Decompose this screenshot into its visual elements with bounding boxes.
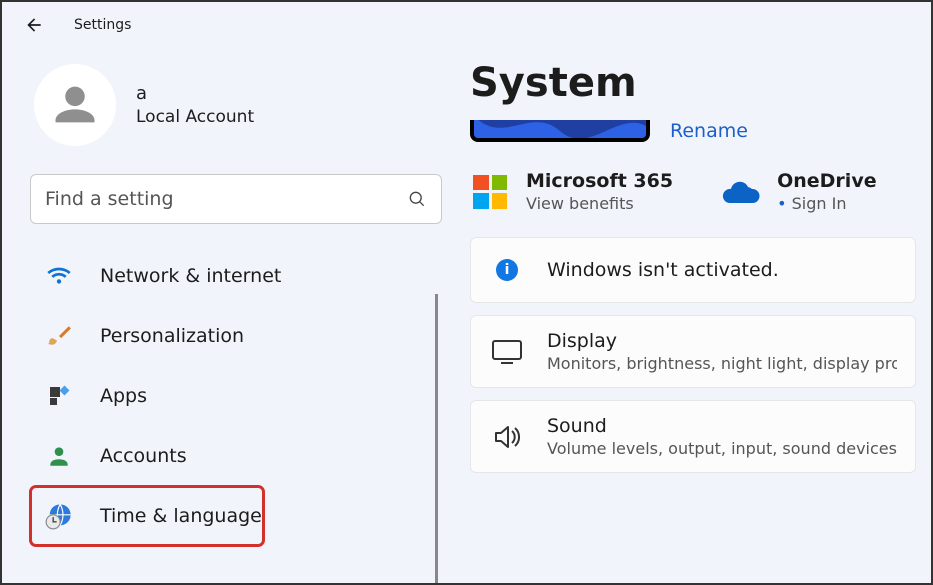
tile-title: Microsoft 365 <box>526 170 673 192</box>
tile-onedrive[interactable]: OneDrive Sign In <box>721 170 877 213</box>
search-icon <box>407 189 427 209</box>
main-panel: System Rename Microsoft 365 View benefit… <box>442 48 931 583</box>
onedrive-icon <box>721 172 761 212</box>
profile-block[interactable]: a Local Account <box>34 64 442 146</box>
sidebar-item-network[interactable]: Network & internet <box>30 246 438 306</box>
sidebar: a Local Account Network & internet <box>2 48 442 583</box>
sidebar-item-label: Network & internet <box>100 265 281 287</box>
sidebar-item-label: Personalization <box>100 325 244 347</box>
nav-list: Network & internet Personalization Apps <box>30 246 442 546</box>
search-box[interactable] <box>30 174 442 224</box>
display-icon <box>489 334 525 370</box>
sidebar-item-apps[interactable]: Apps <box>30 366 438 426</box>
account-icon <box>44 441 74 471</box>
wifi-icon <box>44 261 74 291</box>
person-icon <box>49 79 101 131</box>
profile-sub: Local Account <box>136 107 254 127</box>
sidebar-item-label: Apps <box>100 385 147 407</box>
card-title: Display <box>547 330 897 352</box>
microsoft-logo-icon <box>470 172 510 212</box>
search-input[interactable] <box>45 188 407 210</box>
device-thumbnail <box>470 120 650 142</box>
sidebar-item-accounts[interactable]: Accounts <box>30 426 438 486</box>
card-sub: Monitors, brightness, night light, displ… <box>547 354 897 373</box>
sidebar-item-label: Accounts <box>100 445 187 467</box>
activation-text: Windows isn't activated. <box>547 259 779 281</box>
app-header: Settings <box>2 2 931 48</box>
card-sub: Volume levels, output, input, sound devi… <box>547 439 897 458</box>
scrollbar[interactable] <box>435 294 438 583</box>
card-title: Sound <box>547 415 897 437</box>
avatar <box>34 64 116 146</box>
sidebar-item-label: Time & language <box>100 505 262 527</box>
arrow-left-icon <box>24 15 44 35</box>
app-title: Settings <box>74 17 131 33</box>
globe-clock-icon <box>44 501 74 531</box>
tile-sub: Sign In <box>777 194 877 213</box>
sidebar-item-time-language[interactable]: Time & language <box>30 486 264 546</box>
sound-icon <box>489 419 525 455</box>
rename-link[interactable]: Rename <box>670 120 748 142</box>
tile-sub: View benefits <box>526 194 673 213</box>
sidebar-item-personalization[interactable]: Personalization <box>30 306 438 366</box>
info-icon: i <box>489 252 525 288</box>
card-display[interactable]: Display Monitors, brightness, night ligh… <box>470 315 916 388</box>
activation-card[interactable]: i Windows isn't activated. <box>470 237 916 303</box>
tile-microsoft365[interactable]: Microsoft 365 View benefits <box>470 170 673 213</box>
card-sound[interactable]: Sound Volume levels, output, input, soun… <box>470 400 916 473</box>
apps-icon <box>44 381 74 411</box>
profile-name: a <box>136 83 254 104</box>
brush-icon <box>44 321 74 351</box>
tile-title: OneDrive <box>777 170 877 192</box>
page-title: System <box>470 60 931 106</box>
back-button[interactable] <box>18 9 50 41</box>
